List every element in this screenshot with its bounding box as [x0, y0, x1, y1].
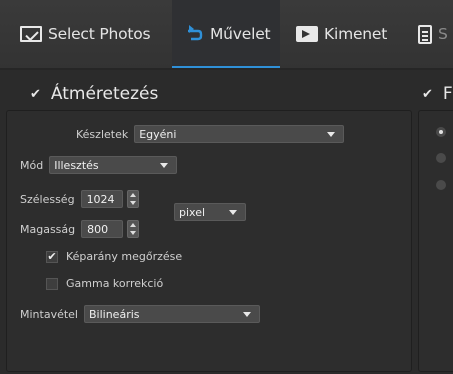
tab-label: Select Photos — [48, 25, 151, 43]
tab-muvelet[interactable]: Művelet — [172, 0, 280, 69]
keep-ratio-checkbox[interactable]: ✔ — [46, 250, 58, 263]
preset-label: Készletek — [76, 127, 129, 141]
gamma-checkbox[interactable] — [46, 277, 58, 290]
width-input[interactable]: 1024 — [80, 190, 123, 208]
unit-dropdown[interactable]: pixel — [174, 203, 246, 221]
unit-value: pixel — [179, 205, 206, 219]
resize-section-title: Átméretezés — [50, 84, 159, 104]
mode-value: Illesztés — [54, 158, 99, 172]
photo-select-icon — [20, 26, 42, 42]
radio-option-2[interactable] — [436, 153, 446, 163]
preset-value: Egyéni — [139, 127, 177, 141]
chevron-down-icon — [243, 312, 251, 317]
right-section-toggle[interactable]: ✔ F — [422, 84, 453, 104]
height-row: Magasság 800 — [20, 220, 140, 238]
output-icon — [296, 26, 318, 42]
mode-row: Mód Illesztés — [20, 156, 178, 174]
height-stepper[interactable] — [127, 220, 140, 238]
keep-ratio-row[interactable]: ✔ Képarány megőrzése — [46, 250, 182, 263]
width-stepper[interactable] — [126, 190, 139, 208]
resize-section-toggle[interactable]: ✔ Átméretezés — [30, 84, 158, 104]
tab-label: S — [438, 25, 448, 43]
preset-dropdown[interactable]: Egyéni — [134, 125, 345, 143]
gamma-row[interactable]: Gamma korrekció — [46, 277, 163, 290]
height-label: Magasság — [20, 222, 76, 236]
preset-row: Készletek Egyéni — [76, 125, 345, 143]
width-row: Szélesség 1024 — [20, 190, 139, 208]
resize-panel — [6, 110, 412, 372]
right-section-title: F — [442, 84, 453, 104]
clipboard-icon — [418, 24, 432, 44]
sampling-dropdown[interactable]: Bilineáris — [84, 305, 260, 323]
mode-dropdown[interactable]: Illesztés — [49, 156, 178, 174]
radio-option-3[interactable] — [436, 180, 446, 190]
radio-option-1[interactable] — [436, 127, 446, 137]
sampling-label: Mintavétel — [20, 307, 78, 321]
unit-row: pixel — [174, 203, 246, 221]
gamma-label: Gamma korrekció — [66, 277, 164, 290]
tab-partial[interactable]: S — [418, 0, 448, 68]
checkmark-icon: ✔ — [422, 86, 433, 102]
tab-label: Művelet — [210, 25, 271, 43]
tab-label: Kimenet — [324, 25, 388, 43]
tab-bar: Select Photos Művelet Kimenet S — [0, 0, 453, 69]
checkmark-icon: ✔ — [30, 86, 41, 102]
tab-select-photos[interactable]: Select Photos — [20, 0, 151, 68]
mode-label: Mód — [20, 158, 44, 172]
chevron-down-icon — [229, 210, 237, 215]
chevron-down-icon — [327, 132, 336, 137]
keep-ratio-label: Képarány megőrzése — [66, 250, 183, 263]
height-input[interactable]: 800 — [81, 220, 124, 238]
operation-icon — [184, 22, 204, 46]
chevron-down-icon — [160, 163, 169, 168]
sampling-row: Mintavétel Bilineáris — [20, 305, 260, 323]
sampling-value: Bilineáris — [89, 307, 140, 321]
right-panel — [418, 110, 453, 372]
width-label: Szélesség — [20, 192, 75, 206]
tab-kimenet[interactable]: Kimenet — [296, 0, 387, 68]
divider — [0, 68, 453, 70]
